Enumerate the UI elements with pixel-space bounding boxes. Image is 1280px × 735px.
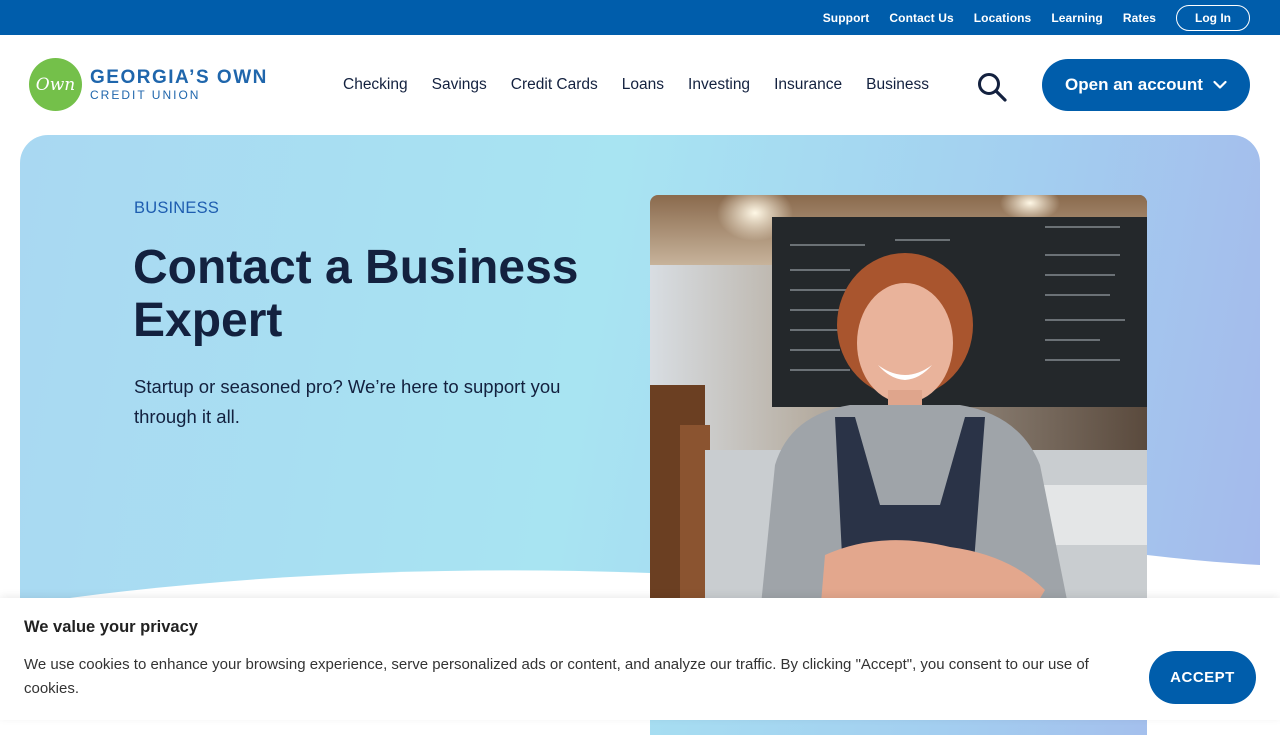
utility-nav: Support Contact Us Locations Learning Ra… [803, 0, 1250, 35]
open-account-button[interactable]: Open an account [1042, 59, 1250, 111]
nav-item-investing[interactable]: Investing [688, 76, 750, 94]
open-account-label: Open an account [1065, 75, 1203, 94]
nav-item-insurance[interactable]: Insurance [774, 76, 842, 94]
hero-photo [650, 195, 1147, 615]
nav-item-business[interactable]: Business [866, 76, 929, 94]
logo-line2: CREDIT UNION [90, 87, 201, 102]
logo-wordmark: GEORGIA’S OWN CREDIT UNION [90, 66, 268, 102]
cookie-banner-text: We use cookies to enhance your browsing … [24, 656, 1089, 697]
login-button[interactable]: Log In [1176, 4, 1250, 31]
logo[interactable]: Own GEORGIA’S OWN CREDIT UNION [29, 58, 268, 111]
hero-subtitle: Startup or seasoned pro? We’re here to s… [134, 376, 561, 427]
nav-item-loans[interactable]: Loans [622, 76, 664, 94]
cookie-banner: We value your privacy We use cookies to … [0, 598, 1280, 720]
utility-link-support[interactable]: Support [823, 11, 870, 25]
search-icon [978, 73, 1007, 102]
hero-eyebrow: BUSINESS [134, 199, 220, 217]
utility-link-locations[interactable]: Locations [974, 11, 1032, 25]
utility-link-learning[interactable]: Learning [1051, 11, 1102, 25]
hero-title: Contact a Business Expert [133, 241, 579, 347]
chevron-down-icon [1213, 80, 1227, 89]
nav-item-savings[interactable]: Savings [432, 76, 487, 94]
main-nav: Checking Savings Credit Cards Loans Inve… [331, 35, 941, 135]
cookie-banner-title: We value your privacy [24, 618, 198, 636]
nav-item-credit-cards[interactable]: Credit Cards [511, 76, 598, 94]
nav-item-checking[interactable]: Checking [343, 76, 408, 94]
hero-photo-illustration [650, 195, 1147, 615]
site-header: Own GEORGIA’S OWN CREDIT UNION Checking … [0, 35, 1280, 135]
utility-link-rates[interactable]: Rates [1123, 11, 1156, 25]
logo-badge: Own [29, 58, 82, 111]
utility-bar: Support Contact Us Locations Learning Ra… [0, 0, 1280, 35]
search-button[interactable] [976, 71, 1008, 103]
logo-line1: GEORGIA’S OWN [90, 66, 268, 88]
utility-link-contact-us[interactable]: Contact Us [889, 11, 953, 25]
accept-cookies-button[interactable]: ACCEPT [1149, 651, 1256, 704]
